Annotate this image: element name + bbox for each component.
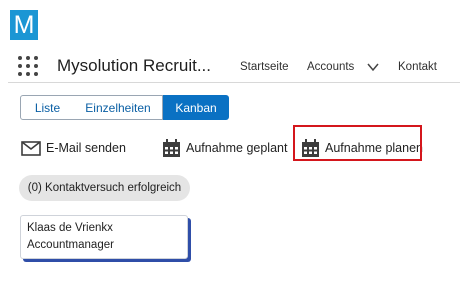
calendar-icon	[163, 138, 180, 157]
nav-item-startseite[interactable]: Startseite	[240, 61, 289, 73]
scheduled-recording-button[interactable]: Aufnahme geplant	[162, 138, 287, 158]
envelope-icon	[21, 140, 41, 156]
view-tab-kanban[interactable]: Kanban	[163, 95, 229, 120]
highlight-box	[293, 125, 422, 161]
send-email-button[interactable]: E-Mail senden	[21, 138, 126, 158]
app-launcher-grid-icon[interactable]	[18, 56, 40, 78]
scheduled-recording-label: Aufnahme geplant	[186, 141, 288, 155]
card-contact-name: Klaas de Vrienkx	[27, 222, 113, 234]
kanban-column-header[interactable]: (0) Kontaktversuch erfolgreich	[19, 175, 190, 201]
kanban-card[interactable]: Klaas de Vrienkx Accountmanager	[20, 215, 188, 259]
app-title: Mysolution Recruit...	[57, 56, 211, 75]
send-email-label: E-Mail senden	[46, 141, 126, 155]
view-tab-einzelheiten[interactable]: Einzelheiten	[74, 95, 163, 120]
app-logo[interactable]: M	[10, 10, 38, 40]
card-contact-role: Accountmanager	[27, 239, 114, 251]
chevron-down-icon[interactable]	[367, 62, 379, 72]
view-tab-liste[interactable]: Liste	[20, 95, 75, 120]
header-divider	[8, 82, 460, 83]
nav-item-kontakt[interactable]: Kontakt	[398, 61, 437, 73]
nav-item-accounts[interactable]: Accounts	[307, 61, 354, 73]
